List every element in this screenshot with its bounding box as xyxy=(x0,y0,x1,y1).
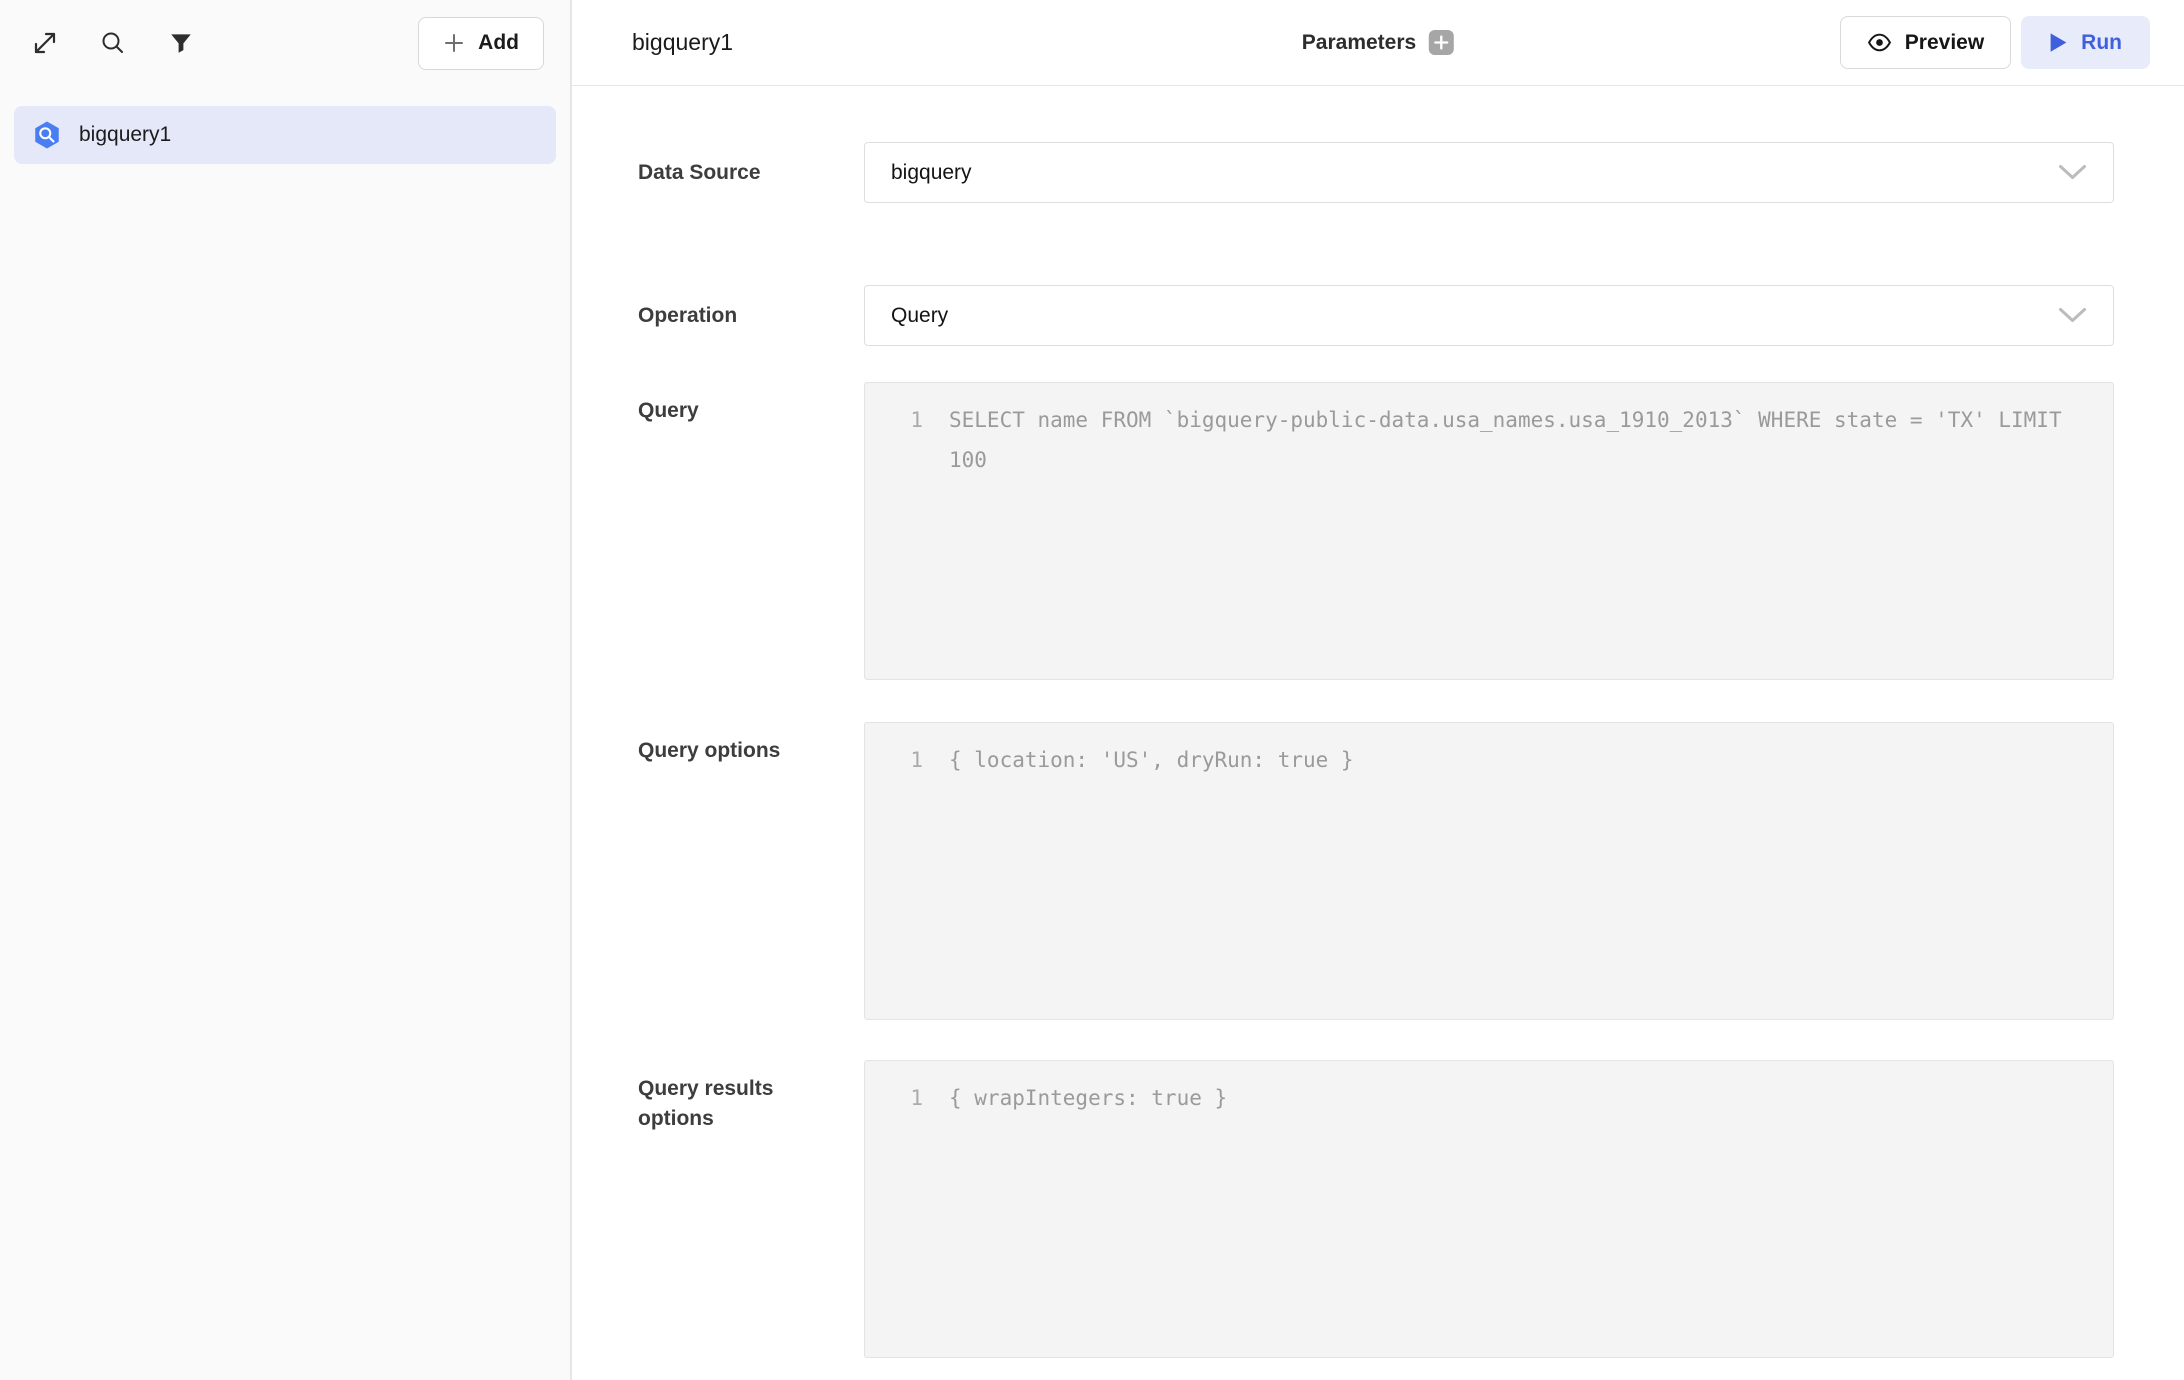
query-options-row: Query options 1 { location: 'US', dryRun… xyxy=(638,722,2114,1020)
query-options-label: Query options xyxy=(638,722,798,1020)
data-source-label: Data Source xyxy=(638,158,798,188)
code-line: 1 SELECT name FROM `bigquery-public-data… xyxy=(865,400,2113,480)
line-number: 1 xyxy=(865,400,923,440)
data-source-row: Data Source bigquery xyxy=(638,142,2114,203)
query-item-label: bigquery1 xyxy=(79,123,171,147)
query-code-text: SELECT name FROM `bigquery-public-data.u… xyxy=(949,400,2079,480)
query-sidebar: Add bigquery1 xyxy=(0,0,572,1380)
query-title: bigquery1 xyxy=(632,29,733,56)
query-editor-panel: bigquery1 Parameters Preview xyxy=(572,0,2184,1380)
sidebar-toolbar: Add xyxy=(0,0,570,86)
line-number: 1 xyxy=(865,740,923,780)
run-button[interactable]: Run xyxy=(2021,16,2150,69)
data-source-select[interactable]: bigquery xyxy=(864,142,2114,203)
parameters-label: Parameters xyxy=(1302,31,1416,55)
query-label: Query xyxy=(638,382,798,680)
operation-row: Operation Query xyxy=(638,285,2114,346)
query-form: Data Source bigquery Operation Query xyxy=(572,86,2184,1380)
play-icon xyxy=(2049,32,2068,53)
add-button-label: Add xyxy=(478,31,519,55)
operation-value: Query xyxy=(891,304,948,328)
add-parameter-button[interactable] xyxy=(1429,30,1454,55)
query-options-editor[interactable]: 1 { location: 'US', dryRun: true } xyxy=(864,722,2114,1020)
eye-icon xyxy=(1867,30,1892,55)
plus-icon xyxy=(1434,35,1449,50)
query-list-item-bigquery1[interactable]: bigquery1 xyxy=(14,106,556,164)
operation-select[interactable]: Query xyxy=(864,285,2114,346)
header-actions: Preview Run xyxy=(1840,16,2150,69)
query-results-options-label: Query results options xyxy=(638,1060,798,1358)
add-query-button[interactable]: Add xyxy=(418,17,544,70)
code-line: 1 { wrapIntegers: true } xyxy=(865,1078,2113,1118)
app-window: Add bigquery1 bigquery1 Parameters xyxy=(0,0,2184,1380)
plus-icon xyxy=(443,32,465,54)
query-code-editor[interactable]: 1 SELECT name FROM `bigquery-public-data… xyxy=(864,382,2114,680)
search-icon[interactable] xyxy=(98,28,128,58)
filter-icon[interactable] xyxy=(166,28,196,58)
line-number: 1 xyxy=(865,1078,923,1118)
query-results-options-row: Query results options 1 { wrapIntegers: … xyxy=(638,1060,2114,1358)
data-source-value: bigquery xyxy=(891,161,972,185)
chevron-down-icon xyxy=(2058,164,2087,181)
collapse-panel-icon[interactable] xyxy=(30,28,60,58)
query-options-code-text: { location: 'US', dryRun: true } xyxy=(949,740,1354,780)
editor-header: bigquery1 Parameters Preview xyxy=(572,0,2184,86)
preview-button[interactable]: Preview xyxy=(1840,16,2011,69)
operation-label: Operation xyxy=(638,301,798,331)
query-results-options-code-text: { wrapIntegers: true } xyxy=(949,1078,1227,1118)
chevron-down-icon xyxy=(2058,307,2087,324)
run-button-label: Run xyxy=(2081,31,2122,55)
code-line: 1 { location: 'US', dryRun: true } xyxy=(865,740,2113,780)
preview-button-label: Preview xyxy=(1905,31,1984,55)
parameters-group: Parameters xyxy=(1302,30,1454,55)
query-results-options-editor[interactable]: 1 { wrapIntegers: true } xyxy=(864,1060,2114,1358)
bigquery-icon xyxy=(32,120,62,150)
query-row: Query 1 SELECT name FROM `bigquery-publi… xyxy=(638,382,2114,680)
query-list: bigquery1 xyxy=(0,86,570,184)
